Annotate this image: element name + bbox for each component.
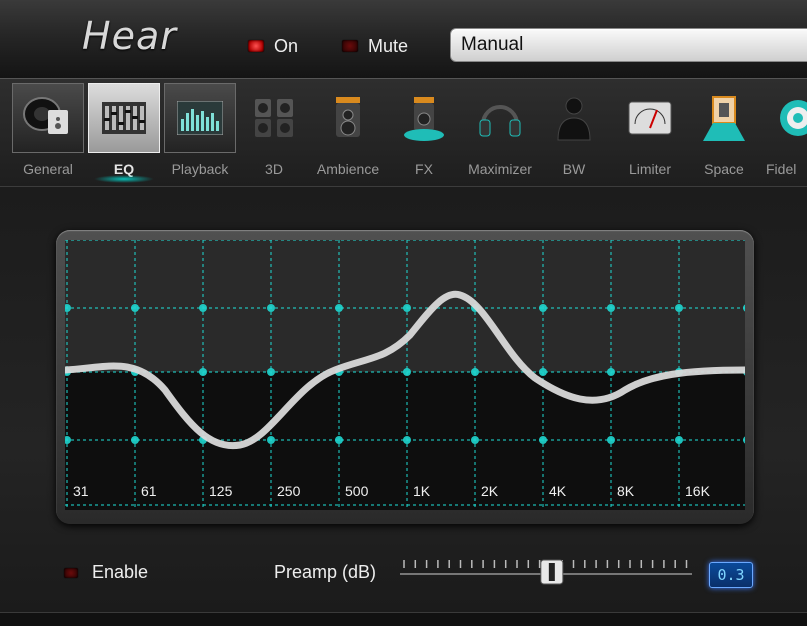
eq-grid-node xyxy=(403,368,411,376)
speaker-room-icon xyxy=(312,83,384,153)
preamp-slider-track[interactable] xyxy=(398,552,694,592)
preamp-label: Preamp (dB) xyxy=(274,562,377,582)
eq-grid-node xyxy=(403,304,411,312)
eq-graph[interactable]: 31 61 125 250 500 1K 2K 4K 8K 16K xyxy=(65,240,745,510)
tab-label: FX xyxy=(415,161,433,177)
eq-band-label: 61 xyxy=(141,483,157,499)
mute-label: Mute xyxy=(368,35,409,56)
eq-band-label: 8K xyxy=(617,483,635,499)
eq-band-label: 4K xyxy=(549,483,567,499)
eq-grid-node xyxy=(539,304,547,312)
eq-band-label: 16K xyxy=(685,483,711,499)
eq-band-label: 1K xyxy=(413,483,431,499)
tab-label: Ambience xyxy=(316,161,380,177)
eq-grid-node xyxy=(199,368,207,376)
eq-grid-node xyxy=(131,436,139,444)
tab-label: Fidel xyxy=(766,161,797,177)
tab-label: Space xyxy=(704,161,744,177)
eq-grid-node xyxy=(471,368,479,376)
eq-grid-node xyxy=(675,304,683,312)
on-toggle[interactable]: On xyxy=(248,36,298,56)
target-icon xyxy=(762,83,807,153)
eq-grid-node xyxy=(539,368,547,376)
eq-grid-node xyxy=(335,436,343,444)
eq-grid-node xyxy=(607,436,615,444)
slider-knob-grip xyxy=(548,563,555,581)
eq-band-label: 500 xyxy=(345,483,369,499)
speaker-glow-icon xyxy=(388,83,460,153)
eq-grid-node xyxy=(675,436,683,444)
eq-grid-node xyxy=(607,368,615,376)
eq-grid-node xyxy=(607,304,615,312)
on-led-icon xyxy=(248,40,264,52)
eq-grid-node xyxy=(539,436,547,444)
speaker-disc-icon xyxy=(12,83,84,153)
eq-grid-node xyxy=(199,304,207,312)
vu-meter-icon xyxy=(614,83,686,153)
bottom-edge xyxy=(0,612,807,626)
on-label: On xyxy=(274,35,299,56)
eq-grid-node xyxy=(131,304,139,312)
eq-grid-node xyxy=(267,436,275,444)
tab-label: BW xyxy=(562,161,586,177)
mute-toggle[interactable]: Mute xyxy=(342,36,408,56)
enable-led-icon xyxy=(64,567,78,578)
eq-grid-node xyxy=(471,436,479,444)
enable-toggle[interactable]: Enable xyxy=(64,562,148,583)
eq-band-label: 2K xyxy=(481,483,499,499)
active-tab-glow xyxy=(94,175,154,183)
preamp-value-display: 0.3 xyxy=(709,562,753,588)
preset-value: Manual xyxy=(461,34,524,55)
eq-sliders-icon xyxy=(88,83,160,153)
person-silhouette-icon xyxy=(538,83,610,153)
headphones-icon xyxy=(464,83,536,153)
tab-label: General xyxy=(23,161,73,177)
tab-bar: General EQ Playback 3D Ambience FX Maxim… xyxy=(0,78,807,187)
preamp-slider[interactable] xyxy=(398,552,694,592)
eq-grid-node xyxy=(267,304,275,312)
spectrum-display-icon xyxy=(164,83,236,153)
mute-led-icon xyxy=(342,40,358,52)
enable-label: Enable xyxy=(92,562,149,582)
eq-band-label: 31 xyxy=(73,483,89,499)
room-space-icon xyxy=(688,83,760,153)
surround-speakers-icon xyxy=(238,83,310,153)
eq-graph-canvas[interactable]: 31 61 125 250 500 1K 2K 4K 8K 16K xyxy=(65,240,745,510)
eq-grid-node xyxy=(335,304,343,312)
eq-band-label: 125 xyxy=(209,483,233,499)
eq-grid-node xyxy=(403,436,411,444)
title-bar: Hear On Mute Manual xyxy=(0,0,807,78)
eq-grid-node xyxy=(267,368,275,376)
eq-band-label: 250 xyxy=(277,483,301,499)
preset-dropdown[interactable]: Manual xyxy=(450,28,807,62)
app-logo: Hear xyxy=(82,14,177,58)
